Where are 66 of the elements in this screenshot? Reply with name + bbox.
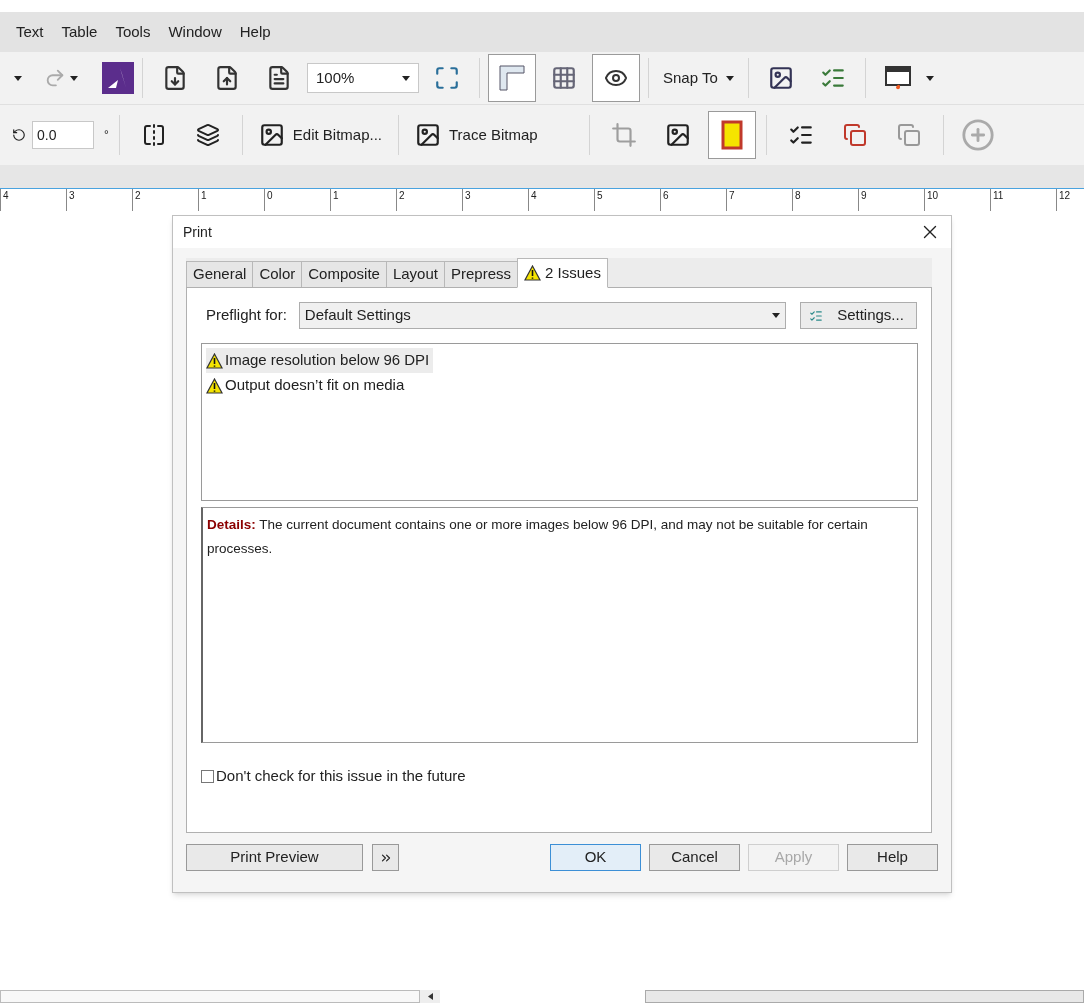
ruler-label: 11	[993, 189, 1004, 203]
edit-bitmap-button[interactable]: Edit Bitmap...	[252, 113, 388, 157]
view-toggle-button[interactable]	[488, 54, 536, 102]
details-text: Details: The current document contains one or more images below 96 DPI, and may not be suitable for certain processes.	[207, 517, 868, 556]
menu-item[interactable]: Help	[231, 20, 279, 44]
expand-button[interactable]	[372, 844, 399, 871]
bitmap-icon	[258, 122, 285, 148]
print-preview-button[interactable]: Print Preview	[186, 844, 363, 871]
ruler-label: 12	[1059, 189, 1071, 203]
checkbox[interactable]	[201, 769, 214, 783]
ruler-label: 1	[201, 189, 207, 203]
ruler-label: 2	[399, 189, 405, 203]
issue-item[interactable]: Output doesn’t fit on media	[206, 373, 409, 398]
tab[interactable]: 2 Issues	[517, 258, 608, 288]
menu-item[interactable]: Window	[160, 20, 230, 44]
zoom-dropdown[interactable]: 100%	[307, 63, 419, 93]
snap-to-dropdown[interactable]: Snap To	[657, 66, 740, 90]
tab[interactable]: Composite	[301, 261, 387, 288]
ruler-label: 5	[597, 189, 603, 203]
ruler-label: 2	[135, 189, 141, 203]
ruler-label: 0	[267, 189, 273, 203]
ruler-label: 8	[795, 189, 801, 203]
trace-bitmap-button[interactable]: Trace Bitmap	[409, 113, 579, 157]
horizontal-scrollbar[interactable]	[645, 990, 1084, 1003]
grid-icon	[551, 65, 577, 91]
caret-icon	[402, 75, 410, 81]
caret-icon	[725, 75, 734, 81]
tab[interactable]: Color	[252, 261, 303, 288]
rotate-icon	[12, 128, 26, 142]
view-toggle-button[interactable]	[592, 54, 640, 102]
preflight-dropdown[interactable]: Default Settings	[298, 302, 787, 329]
ruler-label: 3	[465, 189, 471, 203]
frame-toggle-button[interactable]	[708, 111, 756, 159]
window-title: Print	[183, 222, 212, 242]
ruler-label: 3	[69, 189, 75, 203]
preflight-label: Preflight for:	[206, 305, 288, 326]
frame-icon	[721, 120, 743, 150]
scroll-left-icon[interactable]	[420, 990, 440, 1003]
menu-item[interactable]: Table	[53, 20, 106, 44]
warning-icon	[206, 377, 223, 394]
ruler-label: 10	[927, 189, 939, 203]
degree-symbol: °	[104, 127, 109, 144]
ruler-label: 4	[3, 189, 9, 203]
caret-icon	[14, 75, 22, 81]
warning-icon	[524, 265, 541, 281]
ruler-label: 4	[531, 189, 537, 203]
ruler-label: 7	[729, 189, 735, 203]
ruler-label: 9	[861, 189, 867, 203]
warning-icon	[206, 352, 223, 369]
ruler-icon	[497, 63, 527, 93]
menu-item[interactable]: Tools	[107, 20, 159, 44]
menu-item[interactable]: Text	[8, 20, 52, 44]
caret-icon	[772, 313, 781, 318]
dialog-button[interactable]: Cancel	[649, 844, 740, 871]
dialog-button[interactable]: Help	[847, 844, 938, 871]
dialog-button[interactable]: OK	[550, 844, 641, 871]
checkbox-label[interactable]: Don't check for this issue in the future	[216, 765, 466, 788]
tab[interactable]: General	[186, 261, 254, 288]
settings-list-icon	[809, 308, 824, 323]
caret-icon	[925, 75, 934, 81]
caret-icon	[70, 75, 78, 81]
settings-button[interactable]: Settings...	[800, 302, 917, 329]
issue-item[interactable]: Image resolution below 96 DPI	[206, 348, 434, 373]
angle-field[interactable]: 0.0	[32, 121, 94, 149]
ruler-label: 1	[333, 189, 339, 203]
ruler-label: 6	[663, 189, 669, 203]
